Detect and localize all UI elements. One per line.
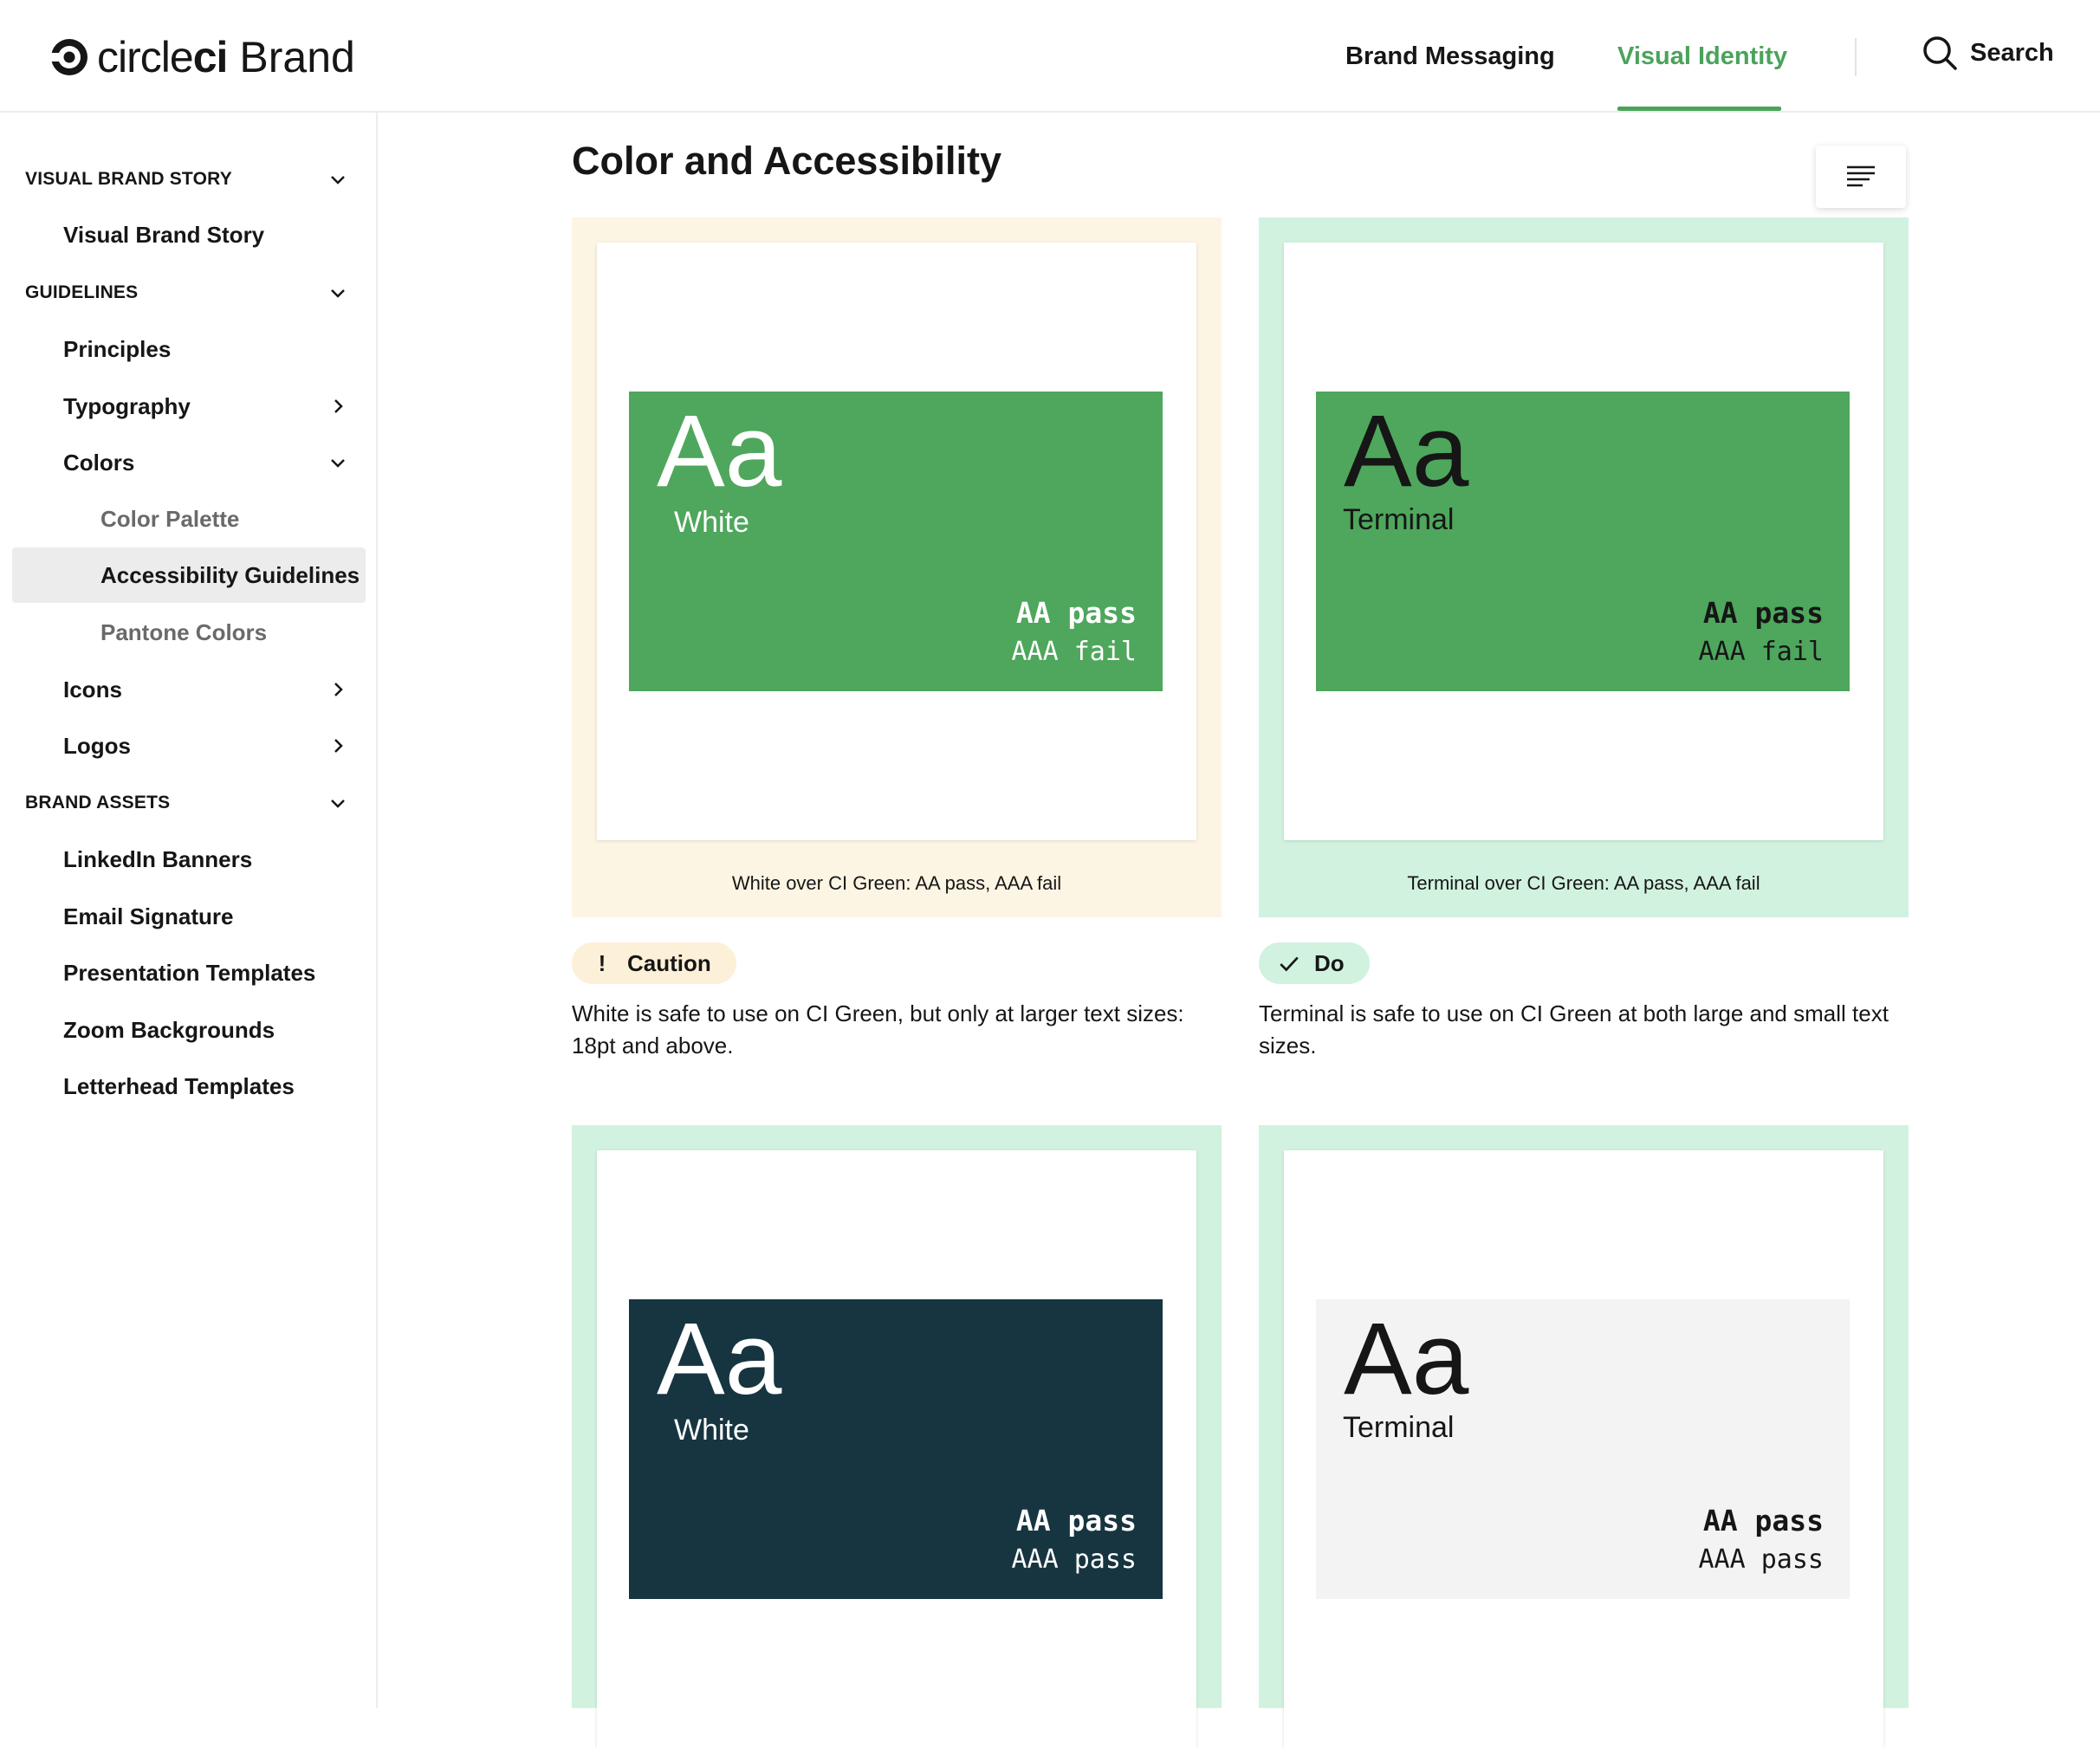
- active-nav-indicator: [1617, 107, 1781, 111]
- aaa-grade: AAA pass: [1011, 1544, 1138, 1575]
- color-swatch: Aa Terminal AA pass AAA pass: [1316, 1299, 1850, 1599]
- color-swatch: Aa White AA pass AAA pass: [629, 1299, 1163, 1599]
- sidebar-item-label: Presentation Templates: [63, 959, 316, 986]
- sidebar-section-guidelines[interactable]: GUIDELINES: [12, 265, 366, 320]
- aa-grade: AA pass: [1015, 596, 1137, 630]
- sidebar-item-logos[interactable]: Logos: [12, 718, 366, 774]
- exclamation-icon: !: [598, 949, 606, 976]
- logo-brand-text: Brand: [239, 33, 355, 81]
- aaa-grade: AAA fail: [1011, 637, 1138, 667]
- chevron-right-icon: [334, 399, 343, 413]
- sidebar-item-label: Letterhead Templates: [63, 1072, 295, 1099]
- swatch-color-label: Terminal: [1343, 503, 1455, 536]
- search-button[interactable]: Search: [1922, 35, 2054, 71]
- aaa-grade: AAA pass: [1698, 1544, 1825, 1575]
- do-badge: Do: [1259, 942, 1370, 984]
- color-swatch: Aa Terminal AA pass AAA fail: [1316, 392, 1850, 691]
- card-description: White is safe to use on CI Green, but on…: [572, 1000, 1184, 1059]
- aa-grade: AA pass: [1702, 596, 1824, 630]
- aa-grade: AA pass: [1702, 1504, 1824, 1538]
- sidebar-item-linkedin-banners[interactable]: LinkedIn Banners: [12, 832, 366, 887]
- aa-grade: AA pass: [1015, 1504, 1137, 1538]
- badge-label: Do: [1314, 949, 1345, 976]
- caution-badge: ! Caution: [572, 942, 736, 984]
- section-label: GUIDELINES: [25, 282, 139, 302]
- sidebar-item-zoom-backgrounds[interactable]: Zoom Backgrounds: [12, 1002, 366, 1058]
- chevron-right-icon: [334, 739, 343, 753]
- sample-text: Aa: [1344, 394, 1469, 508]
- top-header: circleci Brand Brand Messaging Visual Id…: [0, 0, 2100, 113]
- sidebar-item-label: Typography: [63, 392, 191, 419]
- chevron-down-icon: [331, 176, 345, 185]
- badge-icon-wrap: [1276, 950, 1302, 976]
- contrast-example-card: Aa White AA pass AAA fail White over CI …: [572, 217, 1222, 917]
- aaa-grade: AAA fail: [1698, 637, 1825, 667]
- sidebar-item-typography[interactable]: Typography: [12, 379, 366, 434]
- sidebar-section-visual-brand-story[interactable]: VISUAL BRAND STORY: [12, 152, 366, 207]
- page-title: Color and Accessibility: [572, 139, 1001, 183]
- table-of-contents-button[interactable]: [1816, 146, 1906, 208]
- search-label: Search: [1970, 38, 2054, 67]
- section-label: BRAND ASSETS: [25, 793, 171, 812]
- swatch-color-label: White: [674, 506, 749, 539]
- sidebar-item-label: Logos: [63, 732, 131, 759]
- search-icon: [1923, 36, 1957, 70]
- badge-label: Caution: [627, 949, 711, 976]
- sample-text: Aa: [1344, 1302, 1469, 1416]
- swatch-color-label: Terminal: [1343, 1411, 1455, 1444]
- example-frame: Aa White AA pass AAA pass: [597, 1150, 1196, 1748]
- contrast-example-card: Aa Terminal AA pass AAA pass: [1259, 1125, 1909, 1748]
- sidebar-item-color-palette[interactable]: Color Palette: [12, 491, 366, 547]
- circleci-logo-icon: [49, 39, 88, 75]
- sidebar-item-label: LinkedIn Banners: [63, 845, 253, 872]
- card-caption: White over CI Green: AA pass, AAA fail: [731, 872, 1062, 894]
- check-icon: [1280, 956, 1299, 972]
- sidebar-item-label: Color Palette: [100, 505, 240, 532]
- sidebar-item-label: Accessibility Guidelines: [100, 561, 360, 588]
- nav-visual-identity[interactable]: Visual Identity: [1617, 0, 1787, 113]
- sidebar-item-label: Icons: [63, 676, 122, 702]
- chevron-down-icon: [331, 289, 345, 298]
- sidebar-section-brand-assets[interactable]: BRAND ASSETS: [12, 775, 366, 831]
- sidebar-item-presentation-templates[interactable]: Presentation Templates: [12, 945, 366, 1000]
- sidebar-item-label: Email Signature: [63, 903, 234, 929]
- example-frame: Aa Terminal AA pass AAA pass: [1284, 1150, 1883, 1748]
- sidebar-item-email-signature[interactable]: Email Signature: [12, 889, 366, 944]
- contrast-example-card: Aa White AA pass AAA pass: [572, 1125, 1222, 1748]
- chevron-right-icon: [334, 683, 343, 696]
- contrast-example-card: Aa Terminal AA pass AAA fail Terminal ov…: [1259, 217, 1909, 917]
- table-of-contents-icon: [1847, 165, 1875, 187]
- card-caption: Terminal over CI Green: AA pass, AAA fai…: [1407, 872, 1760, 894]
- chevron-down-icon: [331, 800, 345, 808]
- sample-text: Aa: [657, 394, 782, 508]
- circleci-brand-logo[interactable]: circleci Brand: [49, 31, 355, 83]
- swatch-color-label: White: [674, 1414, 749, 1447]
- sidebar-item-label: Principles: [63, 335, 172, 362]
- chevron-down-icon: [331, 459, 345, 468]
- sidebar-item-label: Colors: [63, 449, 135, 476]
- sidebar-item-icons[interactable]: Icons: [12, 662, 366, 717]
- color-swatch: Aa White AA pass AAA fail: [629, 392, 1163, 691]
- card-description: Terminal is safe to use on CI Green at b…: [1259, 1000, 1889, 1059]
- sidebar-item-accessibility-guidelines[interactable]: Accessibility Guidelines: [12, 547, 366, 603]
- sidebar-item-colors[interactable]: Colors: [12, 435, 366, 490]
- sidebar-item-label: Visual Brand Story: [63, 221, 265, 248]
- nav-divider: [1855, 38, 1857, 76]
- sidebar-item-pantone-colors[interactable]: Pantone Colors: [12, 605, 366, 660]
- sample-text: Aa: [657, 1302, 782, 1416]
- sidebar-item-letterhead-templates[interactable]: Letterhead Templates: [12, 1059, 366, 1114]
- example-frame: Aa White AA pass AAA fail: [597, 243, 1196, 840]
- section-label: VISUAL BRAND STORY: [25, 169, 232, 189]
- sidebar-item-visual-brand-story[interactable]: Visual Brand Story: [12, 207, 366, 262]
- sidebar-item-principles[interactable]: Principles: [12, 321, 366, 377]
- example-frame: Aa Terminal AA pass AAA fail: [1284, 243, 1883, 840]
- sidebar-nav: VISUAL BRAND STORY Visual Brand Story GU…: [0, 113, 378, 1708]
- nav-brand-messaging[interactable]: Brand Messaging: [1345, 0, 1555, 113]
- sidebar-item-label: Zoom Backgrounds: [63, 1016, 275, 1043]
- sidebar-item-label: Pantone Colors: [100, 618, 268, 645]
- logo-wordmark: circleci: [97, 33, 228, 81]
